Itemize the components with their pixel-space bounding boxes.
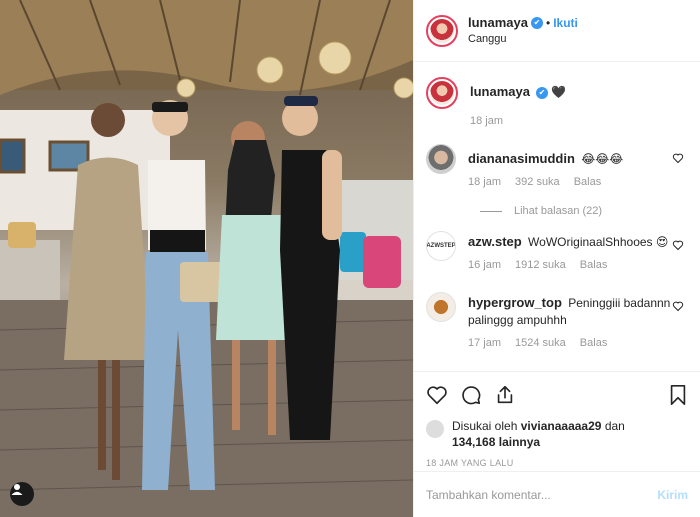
likes-count[interactable]: 134,168	[452, 435, 495, 449]
action-bar	[426, 382, 688, 408]
post-header: lunamaya ✔ • Ikuti Canggu	[414, 0, 700, 62]
likes-joiner: dan	[604, 419, 625, 433]
comment-time: 17 jam	[468, 337, 502, 349]
verified-icon: ✔	[535, 86, 548, 99]
separator-dot: •	[545, 15, 551, 30]
view-replies-button[interactable]: Lihat balasan (22)	[480, 205, 688, 217]
comment-item: AZWSTEP azw.step WoWOriginaalShhooes 😍 1…	[426, 231, 688, 274]
comment-input[interactable]	[426, 487, 658, 502]
commenter-avatar[interactable]	[426, 292, 456, 322]
caption-row: lunamaya ✔ 🖤 18 jam	[426, 77, 688, 130]
verified-icon: ✔	[530, 17, 543, 30]
comment-time: 16 jam	[468, 259, 502, 271]
user-tag-icon[interactable]	[10, 482, 34, 506]
post-timestamp[interactable]: 18 JAM YANG LALU	[426, 458, 688, 468]
likes-suffix[interactable]: lainnya	[499, 435, 540, 449]
reply-button[interactable]: Balas	[580, 335, 608, 352]
comment-time: 18 jam	[468, 176, 502, 188]
likes-prefix: Disukai oleh	[452, 419, 518, 433]
reply-button[interactable]: Balas	[574, 174, 602, 191]
comment-item: hypergrow_top Peninggiii badannn palingg…	[426, 292, 688, 352]
comment-username[interactable]: hypergrow_top	[468, 295, 562, 310]
reply-button[interactable]: Balas	[580, 257, 608, 274]
post-location[interactable]: Canggu	[468, 31, 578, 47]
caption-username[interactable]: lunamaya	[470, 84, 530, 99]
comment-text: 😂😂😂	[581, 152, 624, 166]
likes-summary[interactable]: Disukai oleh vivianaaaaa29 dan 134,168 l…	[426, 418, 688, 450]
comment-icon[interactable]	[460, 384, 482, 406]
comment-likes[interactable]: 392 suka	[515, 174, 560, 191]
replies-line	[480, 210, 502, 212]
heart-icon[interactable]	[426, 384, 448, 406]
post-comment-button[interactable]: Kirim	[657, 488, 688, 502]
comment-username[interactable]: diananasimuddin	[468, 151, 575, 166]
comment-likes[interactable]: 1912 suka	[515, 257, 566, 274]
commenter-avatar[interactable]	[426, 144, 456, 174]
comment-likes[interactable]: 1524 suka	[515, 335, 566, 352]
author-avatar[interactable]	[426, 14, 458, 47]
post-side-panel: lunamaya ✔ • Ikuti Canggu lunamaya ✔ 🖤 18 ja…	[413, 0, 700, 517]
post-actions: Disukai oleh vivianaaaaa29 dan 134,168 l…	[414, 371, 700, 468]
caption-text: 🖤	[551, 85, 567, 99]
caption-time: 18 jam	[470, 115, 504, 127]
photo-illustration	[0, 0, 413, 517]
comment-text: WoWOriginaalShhooes 😍	[528, 235, 669, 249]
comment-like-heart-icon[interactable]	[672, 152, 684, 164]
commenter-avatar[interactable]: AZWSTEP	[426, 231, 456, 261]
comment-like-heart-icon[interactable]	[672, 300, 684, 312]
follow-button[interactable]: Ikuti	[553, 16, 578, 30]
comments-list[interactable]: lunamaya ✔ 🖤 18 jam diananasimuddin 😂😂😂 1…	[414, 63, 700, 370]
post-photo[interactable]	[0, 0, 413, 517]
comment-like-heart-icon[interactable]	[672, 239, 684, 251]
author-avatar[interactable]	[426, 77, 458, 109]
comment-username[interactable]: azw.step	[468, 234, 522, 249]
comment-item: diananasimuddin 😂😂😂 18 jam 392 suka Bala…	[426, 144, 688, 191]
view-replies-label: Lihat balasan (22)	[514, 205, 603, 217]
liker-username[interactable]: vivianaaaaa29	[521, 419, 602, 433]
liker-avatar[interactable]	[426, 420, 444, 438]
bookmark-icon[interactable]	[668, 384, 688, 406]
add-comment-bar: Kirim	[414, 471, 700, 517]
share-icon[interactable]	[494, 384, 516, 406]
author-username[interactable]: lunamaya	[468, 15, 528, 30]
